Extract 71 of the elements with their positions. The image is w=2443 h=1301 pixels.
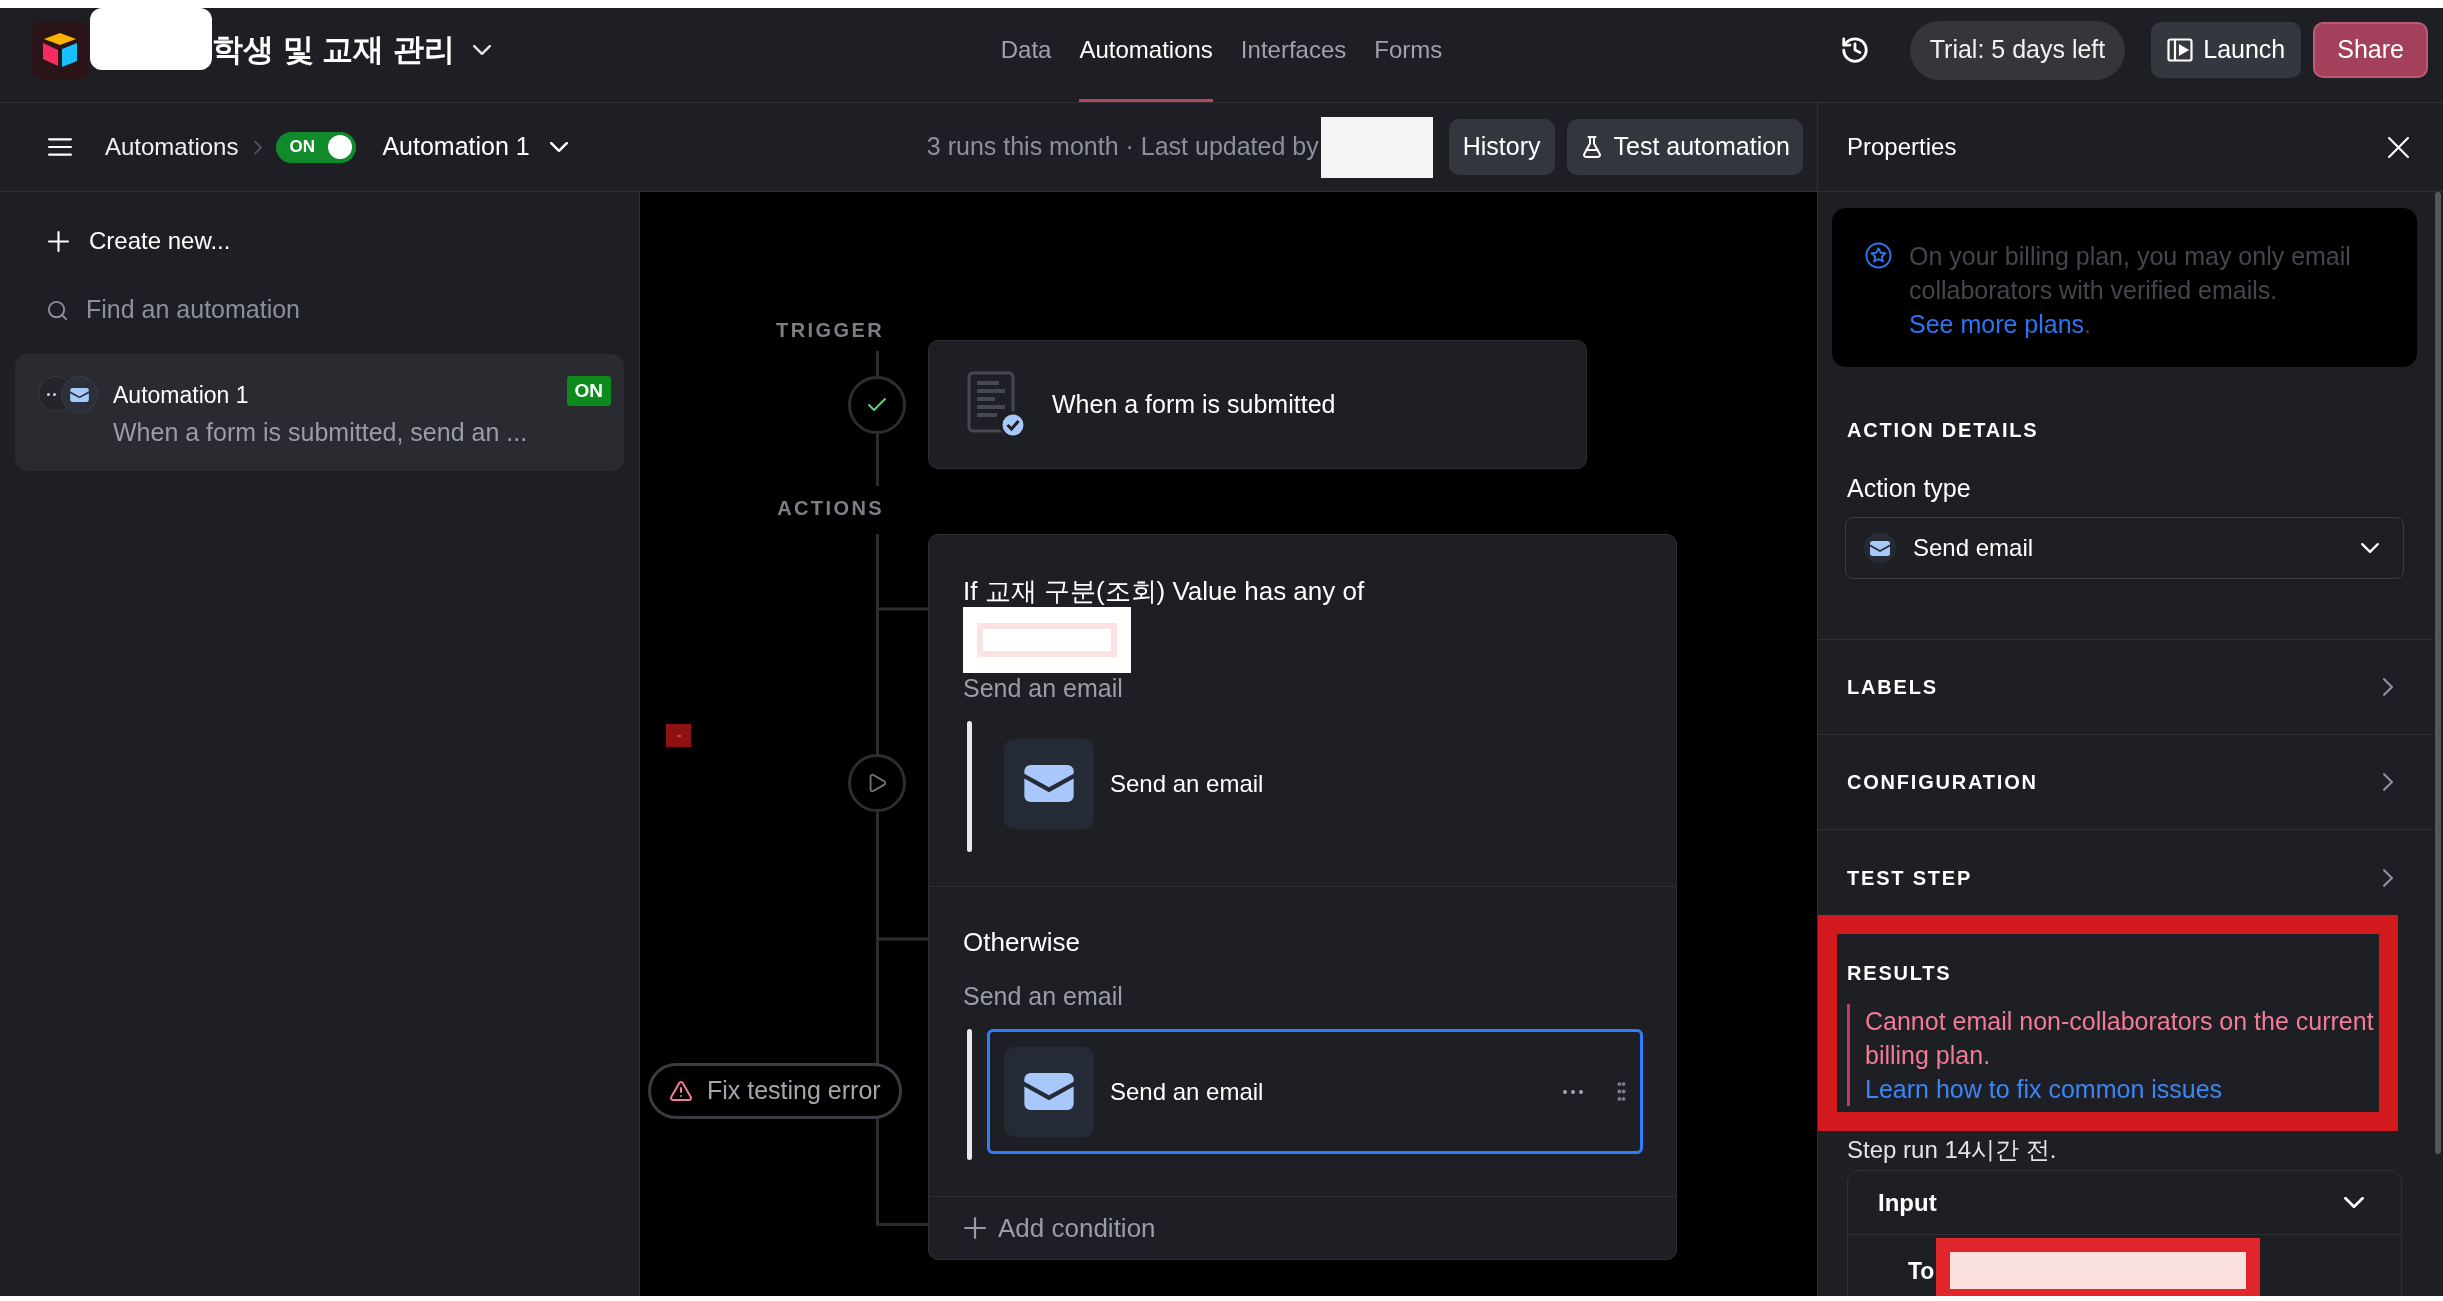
action-step-card[interactable]: Send an email [987,1029,1643,1154]
launch-button[interactable]: Launch [2151,22,2302,78]
action-step-card[interactable]: Send an email [987,721,1643,846]
form-icon [967,370,1027,439]
chevron-down-icon [2361,543,2379,553]
more-icon[interactable] [1563,1089,1583,1094]
field-label: Action type [1847,473,1972,503]
step-run-time: Step run 14시간 전. [1847,1135,2058,1165]
nav-tab[interactable]: Automations [1079,8,1213,102]
action-label: Send an email [963,981,1124,1011]
trigger-title: When a form is submitted [1052,388,1336,420]
automation-list-item[interactable]: Automation 1 When a form is submitted, send an ... ON [15,354,624,471]
trigger-card[interactable]: When a form is submitted [928,340,1587,469]
warning-icon [669,1079,693,1103]
plus-icon [964,1217,986,1239]
section-label: ACTIONS [776,496,884,521]
section-header[interactable]: TEST STEP [1818,830,2433,915]
chevron-right-icon [254,139,263,155]
menu-icon[interactable] [48,138,72,156]
chevron-down-icon[interactable] [472,45,491,55]
drag-handle-icon[interactable] [1617,1082,1626,1101]
section-header[interactable]: LABELS [1818,640,2433,735]
chevron-down-icon [549,142,568,152]
history-icon[interactable] [1839,35,1870,65]
action-label: Send an email [963,673,1124,703]
scrollbar-thumb[interactable] [2435,192,2441,1154]
step-title: Send an email [1110,768,1265,799]
section-heading: RESULTS [1847,961,1953,986]
condition-title: If 교재 구분(조회) Value has any of [963,575,1366,607]
base-title: 학생 및 교재 관리 [212,30,455,69]
mail-icon [1864,532,1896,564]
action-type-select[interactable]: Send email [1845,517,2404,579]
error-text: Cannot email non-collaborators on the current billing plan. [1865,1006,2375,1071]
history-button[interactable]: History [1448,119,1555,175]
mail-icon [1004,738,1094,829]
search-input[interactable]: Find an automation [86,291,606,329]
section-heading: ACTION DETAILS [1847,418,2040,443]
trial-button[interactable]: Trial: 5 days left [1909,20,2126,80]
logo-icon[interactable] [31,21,89,79]
mail-icon [61,376,98,413]
section-header[interactable]: CONFIGURATION [1818,735,2433,830]
add-condition-button[interactable]: Add condition [929,1197,1676,1259]
section-label: TRIGGER [775,318,884,343]
automation-description: When a form is submitted, send an ... [113,417,529,447]
input-toggle[interactable]: Input [1848,1171,2401,1235]
automation-dropdown[interactable]: Automation 1 [382,128,568,166]
plans-link[interactable]: See more plans [1909,310,2085,338]
panel-title: Properties [1847,132,1957,162]
step-title: Send an email [1110,1076,1265,1107]
nav-tab[interactable]: Data [1000,8,1052,102]
marker-icon [666,724,691,747]
help-link[interactable]: Learn how to fix common issues [1865,1072,2223,1106]
nav-tab[interactable]: Interfaces [1240,8,1347,102]
automation-name: Automation 1 [113,381,250,410]
status-badge: ON [566,376,611,406]
mail-icon [1004,1046,1094,1137]
search-icon [46,298,69,322]
toggle-switch[interactable]: ON [276,131,357,163]
share-button[interactable]: Share [2313,22,2428,78]
run-info: 3 runs this month · Last updated by [926,131,1319,163]
test-automation-button[interactable]: Test automation [1566,119,1803,175]
breadcrumb-link[interactable]: Automations [105,129,239,165]
close-icon[interactable] [2388,136,2409,158]
create-new-button[interactable]: Create new... [48,226,231,256]
notice-text: On your billing plan, you may only email collaborators with verified emails. See more plans. [1909,241,2352,340]
field-label: To [1908,1257,1935,1286]
launch-icon [2167,38,2194,62]
fix-error-button[interactable]: Fix testing error [648,1063,902,1119]
plus-icon [48,230,69,252]
condition-title: Otherwise [963,926,1082,958]
nav-tab[interactable]: Forms [1374,8,1443,102]
